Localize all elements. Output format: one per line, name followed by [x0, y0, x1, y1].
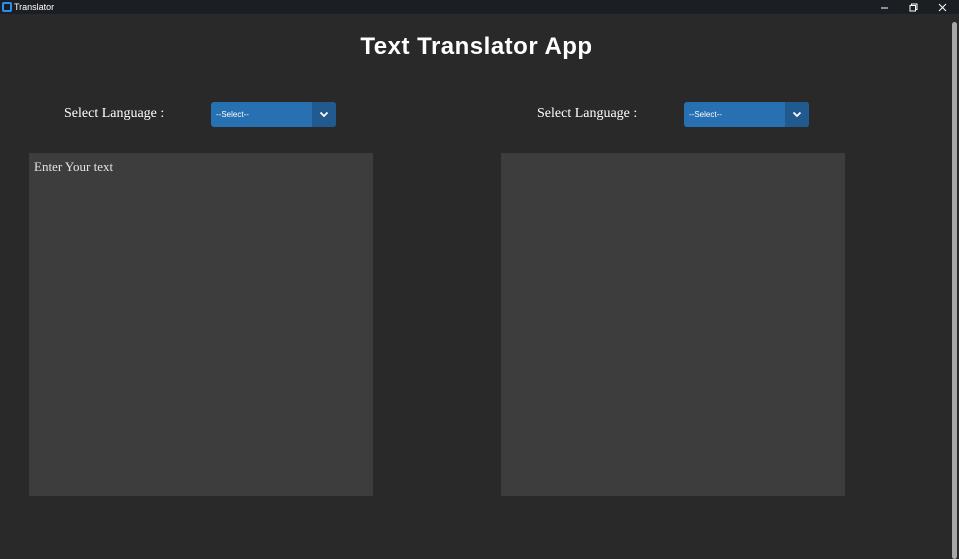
target-language-select[interactable]: --Select--: [684, 102, 809, 127]
source-text-placeholder: Enter Your text: [34, 159, 114, 174]
source-language-value: --Select--: [216, 110, 249, 119]
source-language-dropdown-button[interactable]: [312, 102, 336, 127]
target-language-label: Select Language :: [537, 106, 638, 121]
restore-button[interactable]: [899, 0, 928, 14]
minimize-button[interactable]: [870, 0, 899, 14]
title-bar: Translator: [0, 0, 959, 14]
minimize-icon: [881, 7, 888, 8]
app-icon: [2, 2, 12, 12]
page-title: Text Translator App: [360, 33, 593, 60]
source-language-select[interactable]: --Select--: [211, 102, 336, 127]
close-icon: [938, 3, 947, 11]
source-text-input[interactable]: Enter Your text: [29, 153, 373, 496]
source-language-label: Select Language :: [64, 106, 165, 121]
chevron-down-icon: [319, 111, 329, 118]
target-language-dropdown-button[interactable]: [785, 102, 809, 127]
chevron-down-icon: [792, 111, 802, 118]
target-language-value: --Select--: [689, 110, 722, 119]
translated-text-output[interactable]: [501, 153, 845, 496]
window-title: Translator: [14, 2, 55, 12]
close-button[interactable]: [928, 0, 957, 14]
scrollbar-thumb[interactable]: [952, 22, 957, 559]
restore-icon: [909, 3, 918, 11]
vertical-scrollbar[interactable]: [950, 14, 959, 559]
